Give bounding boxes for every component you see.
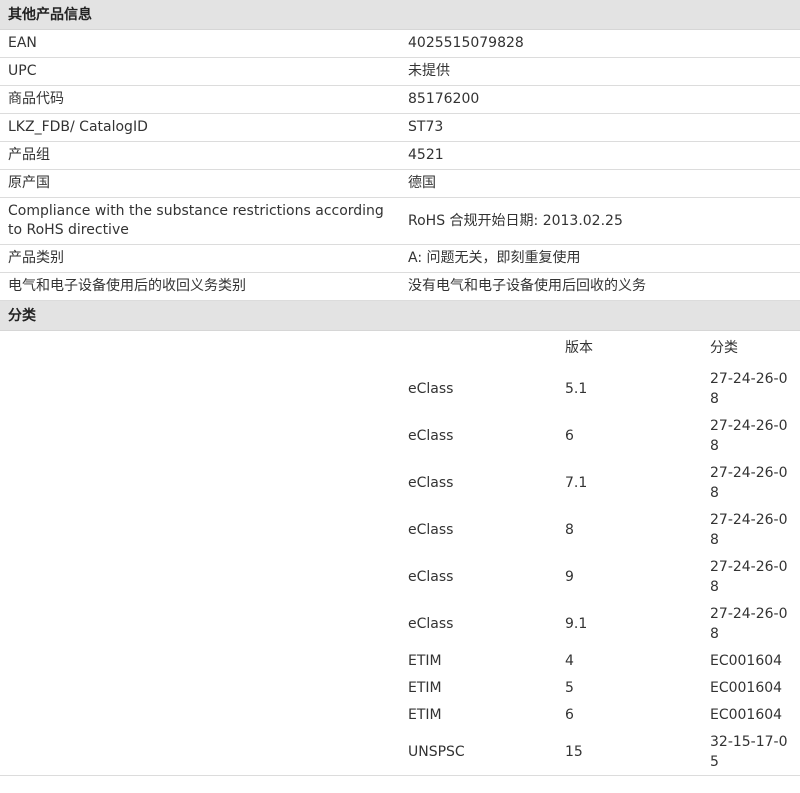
class-cell: EC001604	[710, 679, 783, 696]
class-cell: 27-24-26-08	[710, 558, 788, 595]
upc-label: UPC	[0, 57, 400, 86]
catalog-id-label: LKZ_FDB/ CatalogID	[0, 113, 400, 142]
table-row: 原产国 德国	[0, 169, 800, 198]
classification-table: 版本 分类 eClass 5.1 27-24-26-08 eClass 6 27…	[400, 331, 800, 775]
class-cell: EC001604	[710, 652, 783, 669]
table-row: UPC 未提供	[0, 57, 800, 86]
table-row: eClass 7.1 27-24-26-08	[400, 459, 800, 506]
other-info-table: EAN 4025515079828 UPC 未提供 商品代码 85176200 …	[0, 30, 800, 301]
version-cell: 8	[565, 521, 574, 538]
catalog-id-value: ST73	[400, 113, 800, 142]
version-cell: 5	[565, 679, 574, 696]
version-cell: 4	[565, 652, 574, 669]
table-row: 产品类别 A: 问题无关，即刻重复使用	[0, 244, 800, 273]
table-row: 电气和电子设备使用后的收回义务类别 没有电气和电子设备使用后回收的义务	[0, 272, 800, 301]
version-cell: 5.1	[565, 380, 588, 397]
system-cell: eClass	[408, 427, 454, 444]
commodity-code-label: 商品代码	[0, 85, 400, 114]
class-cell: 27-24-26-08	[710, 605, 788, 642]
version-cell: 9	[565, 568, 574, 585]
product-group-value: 4521	[400, 141, 800, 170]
commodity-code-value: 85176200	[400, 85, 800, 114]
table-row: ETIM 4 EC001604	[400, 647, 800, 674]
system-cell: ETIM	[408, 679, 442, 696]
weee-category-value: 没有电气和电子设备使用后回收的义务	[400, 272, 800, 301]
product-category-label: 产品类别	[0, 244, 400, 273]
classification-header: 分类	[0, 301, 800, 331]
country-of-origin-label: 原产国	[0, 169, 400, 198]
version-cell: 6	[565, 427, 574, 444]
table-row: eClass 5.1 27-24-26-08	[400, 365, 800, 412]
table-row: ETIM 6 EC001604	[400, 701, 800, 728]
section-divider	[0, 775, 800, 776]
ean-value: 4025515079828	[400, 30, 800, 58]
class-cell: 27-24-26-08	[710, 417, 788, 454]
version-cell: 6	[565, 706, 574, 723]
table-row: eClass 6 27-24-26-08	[400, 412, 800, 459]
version-cell: 9.1	[565, 615, 588, 632]
system-column-header	[400, 331, 557, 365]
upc-value: 未提供	[400, 57, 800, 86]
system-cell: ETIM	[408, 706, 442, 723]
table-row: eClass 9 27-24-26-08	[400, 553, 800, 600]
version-column-header: 版本	[565, 340, 593, 356]
classification-header-row: 版本 分类	[400, 331, 800, 365]
classification-section: 分类 版本 分类 eClass 5.1 27-24-26-08 eClass 6…	[0, 301, 800, 776]
classification-wrapper: 版本 分类 eClass 5.1 27-24-26-08 eClass 6 27…	[0, 331, 800, 775]
table-row: EAN 4025515079828	[0, 30, 800, 58]
country-of-origin-value: 德国	[400, 169, 800, 198]
system-cell: ETIM	[408, 652, 442, 669]
system-cell: eClass	[408, 615, 454, 632]
class-column-header: 分类	[710, 340, 738, 356]
product-category-value: A: 问题无关，即刻重复使用	[400, 244, 800, 273]
system-cell: eClass	[408, 380, 454, 397]
table-row: Compliance with the substance restrictio…	[0, 197, 800, 245]
table-row: 产品组 4521	[0, 141, 800, 170]
product-group-label: 产品组	[0, 141, 400, 170]
system-cell: eClass	[408, 474, 454, 491]
class-cell: 27-24-26-08	[710, 370, 788, 407]
table-row: 商品代码 85176200	[0, 85, 800, 114]
class-cell: 27-24-26-08	[710, 464, 788, 501]
system-cell: eClass	[408, 521, 454, 538]
class-cell: 27-24-26-08	[710, 511, 788, 548]
rohs-compliance-label: Compliance with the substance restrictio…	[0, 197, 400, 245]
table-row: eClass 9.1 27-24-26-08	[400, 600, 800, 647]
weee-category-label: 电气和电子设备使用后的收回义务类别	[0, 272, 400, 301]
version-cell: 7.1	[565, 474, 588, 491]
other-info-section: 其他产品信息 EAN 4025515079828 UPC 未提供 商品代码 85…	[0, 0, 800, 301]
class-cell: EC001604	[710, 706, 783, 723]
system-cell: UNSPSC	[408, 743, 465, 760]
table-row: ETIM 5 EC001604	[400, 674, 800, 701]
table-row: UNSPSC 15 32-15-17-05	[400, 728, 800, 775]
version-cell: 15	[565, 743, 583, 760]
class-cell: 32-15-17-05	[710, 733, 788, 770]
table-row: LKZ_FDB/ CatalogID ST73	[0, 113, 800, 142]
system-cell: eClass	[408, 568, 454, 585]
table-row: eClass 8 27-24-26-08	[400, 506, 800, 553]
other-info-header: 其他产品信息	[0, 0, 800, 30]
ean-label: EAN	[0, 30, 400, 58]
rohs-compliance-value: RoHS 合规开始日期: 2013.02.25	[400, 197, 800, 245]
